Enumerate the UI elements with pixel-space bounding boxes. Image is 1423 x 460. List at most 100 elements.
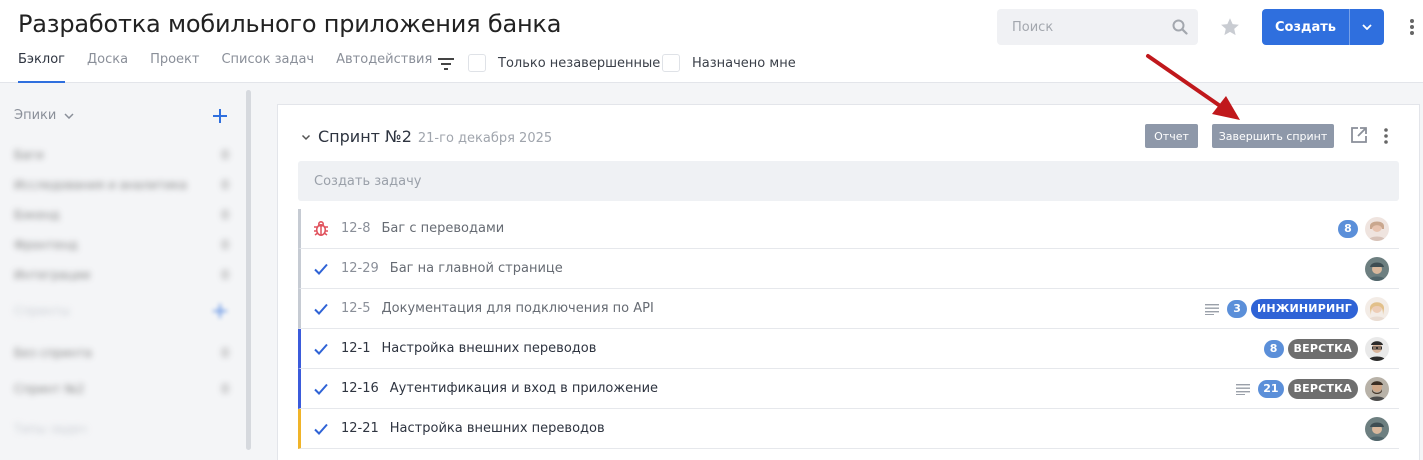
tab-board[interactable]: Доска bbox=[87, 52, 128, 83]
assigned-to-me-checkbox[interactable] bbox=[662, 54, 680, 72]
issue-key: 12-29 bbox=[341, 261, 379, 276]
more-vertical-icon[interactable] bbox=[1408, 17, 1416, 37]
issue-key: 12-21 bbox=[341, 421, 379, 436]
only-unfinished-checkbox[interactable] bbox=[468, 54, 486, 72]
sprint-title: Спринт №2 bbox=[318, 127, 412, 146]
issue-row[interactable]: 12-8 Баг с переводами 8 bbox=[298, 209, 1399, 249]
tab-bar: Бэклог Доска Проект Список задач Автодей… bbox=[18, 52, 432, 83]
sidebar-item-label: Исследования и аналитика bbox=[14, 178, 187, 192]
issue-key: 12-16 bbox=[341, 381, 379, 396]
sidebar: Эпики Баги 0 Исследования и аналитика 0 … bbox=[0, 84, 251, 460]
sprint-date: 21-го декабря 2025 bbox=[417, 131, 553, 146]
label-badge: ИНЖИНИРИНГ bbox=[1251, 298, 1358, 319]
sidebar-scrollbar[interactable] bbox=[246, 90, 251, 450]
sidebar-item-label: Бэкенд bbox=[14, 208, 60, 222]
issue-row[interactable]: 12-29 Баг на главной странице bbox=[298, 249, 1399, 289]
chevron-down-icon bbox=[64, 112, 74, 119]
sidebar-epic-item[interactable]: Баги 0 bbox=[14, 148, 229, 162]
sidebar-item-label: Баги bbox=[14, 148, 44, 162]
avatar[interactable] bbox=[1365, 256, 1389, 281]
avatar[interactable] bbox=[1365, 416, 1389, 441]
sidebar-item-count: 0 bbox=[221, 178, 229, 192]
issue-meta: 8 bbox=[1338, 216, 1399, 241]
sidebar-item-label: Без спринта bbox=[14, 346, 92, 360]
check-icon bbox=[301, 263, 341, 275]
sidebar-item-count: 0 bbox=[221, 346, 229, 360]
label-badge: ВЕРСТКА bbox=[1287, 378, 1358, 399]
story-points-badge: 21 bbox=[1258, 379, 1284, 398]
search-box bbox=[997, 9, 1198, 45]
sidebar-sprint-item[interactable]: Спринт №2 0 bbox=[14, 382, 229, 396]
issue-row[interactable]: 12-1 Настройка внешних переводов 8 ВЕРСТ… bbox=[298, 329, 1399, 369]
more-vertical-icon[interactable] bbox=[1382, 127, 1390, 145]
sidebar-epic-item[interactable]: Фронтенд 0 bbox=[14, 238, 229, 252]
only-unfinished-label: Только незавершенные bbox=[498, 56, 661, 71]
avatar[interactable] bbox=[1365, 216, 1389, 241]
avatar[interactable] bbox=[1365, 336, 1389, 361]
search-icon[interactable] bbox=[1172, 19, 1188, 35]
issue-summary: Настройка внешних переводов bbox=[389, 421, 605, 436]
issue-summary: Настройка внешних переводов bbox=[381, 341, 597, 356]
label-badge: ВЕРСТКА bbox=[1287, 338, 1358, 359]
report-button[interactable]: Отчет bbox=[1145, 124, 1198, 148]
complete-sprint-button[interactable]: Завершить спринт bbox=[1212, 124, 1334, 148]
sprints-section-header[interactable]: Спринты bbox=[14, 304, 94, 318]
avatar[interactable] bbox=[1365, 376, 1389, 401]
sidebar-epic-item[interactable]: Бэкенд 0 bbox=[14, 208, 229, 222]
issue-meta bbox=[1362, 416, 1399, 441]
sidebar-item-label: Интеграции bbox=[14, 268, 91, 282]
issue-meta bbox=[1362, 256, 1399, 281]
issue-key: 12-5 bbox=[341, 301, 371, 316]
tab-task-list[interactable]: Список задач bbox=[221, 52, 314, 83]
add-sprint-plus-icon[interactable] bbox=[212, 303, 228, 319]
avatar[interactable] bbox=[1365, 296, 1389, 321]
assigned-to-me-label: Назначено мне bbox=[692, 56, 796, 71]
issue-row[interactable]: 12-21 Настройка внешних переводов bbox=[298, 409, 1399, 449]
chevron-down-icon[interactable] bbox=[300, 131, 312, 143]
create-task-input[interactable]: Создать задачу bbox=[298, 161, 1399, 201]
sidebar-item-count: 0 bbox=[221, 238, 229, 252]
sprint-header: Спринт №2 21-го декабря 2025 bbox=[300, 127, 552, 146]
check-icon bbox=[301, 423, 341, 435]
check-icon bbox=[301, 303, 341, 315]
create-button-label: Создать bbox=[1274, 19, 1337, 35]
star-icon[interactable] bbox=[1219, 16, 1241, 38]
issue-meta: 3 ИНЖИНИРИНГ bbox=[1205, 296, 1399, 321]
sidebar-item-count: 0 bbox=[221, 208, 229, 222]
issue-summary: Баг на главной странице bbox=[389, 261, 563, 276]
issue-key: 12-1 bbox=[341, 341, 371, 356]
chevron-down-icon[interactable] bbox=[1350, 24, 1384, 30]
open-external-icon[interactable] bbox=[1349, 125, 1369, 145]
issue-summary: Документация для подключения по API bbox=[381, 301, 654, 316]
bug-icon bbox=[301, 220, 341, 237]
issue-summary: Баг с переводами bbox=[381, 221, 505, 236]
sidebar-epic-item[interactable]: Исследования и аналитика 0 bbox=[14, 178, 229, 192]
description-icon bbox=[1236, 383, 1251, 395]
story-points-badge: 3 bbox=[1227, 299, 1248, 318]
story-points-badge: 8 bbox=[1338, 219, 1358, 238]
issue-types-label: Типы задач bbox=[14, 422, 87, 436]
tab-automations[interactable]: Автодействия bbox=[336, 52, 432, 83]
sidebar-epic-item[interactable]: Интеграции 0 bbox=[14, 268, 229, 282]
story-points-badge: 8 bbox=[1263, 339, 1284, 358]
sidebar-item-label: Фронтенд bbox=[14, 238, 78, 252]
sprints-label: Спринты bbox=[14, 304, 70, 318]
epics-dropdown[interactable]: Эпики bbox=[14, 108, 74, 123]
add-epic-plus-icon[interactable] bbox=[212, 108, 228, 124]
tab-backlog[interactable]: Бэклог bbox=[18, 52, 65, 83]
issue-row[interactable]: 12-5 Документация для подключения по API… bbox=[298, 289, 1399, 329]
issue-row[interactable]: 12-16 Аутентификация и вход в приложение… bbox=[298, 369, 1399, 409]
sidebar-sprint-item[interactable]: Без спринта 0 bbox=[14, 346, 229, 360]
filter-icon[interactable] bbox=[437, 55, 455, 71]
sidebar-item-count: 0 bbox=[221, 148, 229, 162]
issue-key: 12-8 bbox=[341, 221, 371, 236]
tab-project[interactable]: Проект bbox=[150, 52, 199, 83]
search-input[interactable] bbox=[997, 19, 1157, 35]
issue-types-section-header[interactable]: Типы задач bbox=[14, 422, 114, 436]
create-button[interactable]: Создать bbox=[1262, 9, 1384, 45]
issue-summary: Аутентификация и вход в приложение bbox=[389, 381, 659, 396]
sprint-panel: Спринт №2 21-го декабря 2025 Отчет Завер… bbox=[277, 104, 1420, 460]
page-header: Разработка мобильного приложения банка Б… bbox=[0, 0, 1423, 83]
page-title: Разработка мобильного приложения банка bbox=[18, 10, 562, 38]
description-icon bbox=[1205, 303, 1220, 315]
